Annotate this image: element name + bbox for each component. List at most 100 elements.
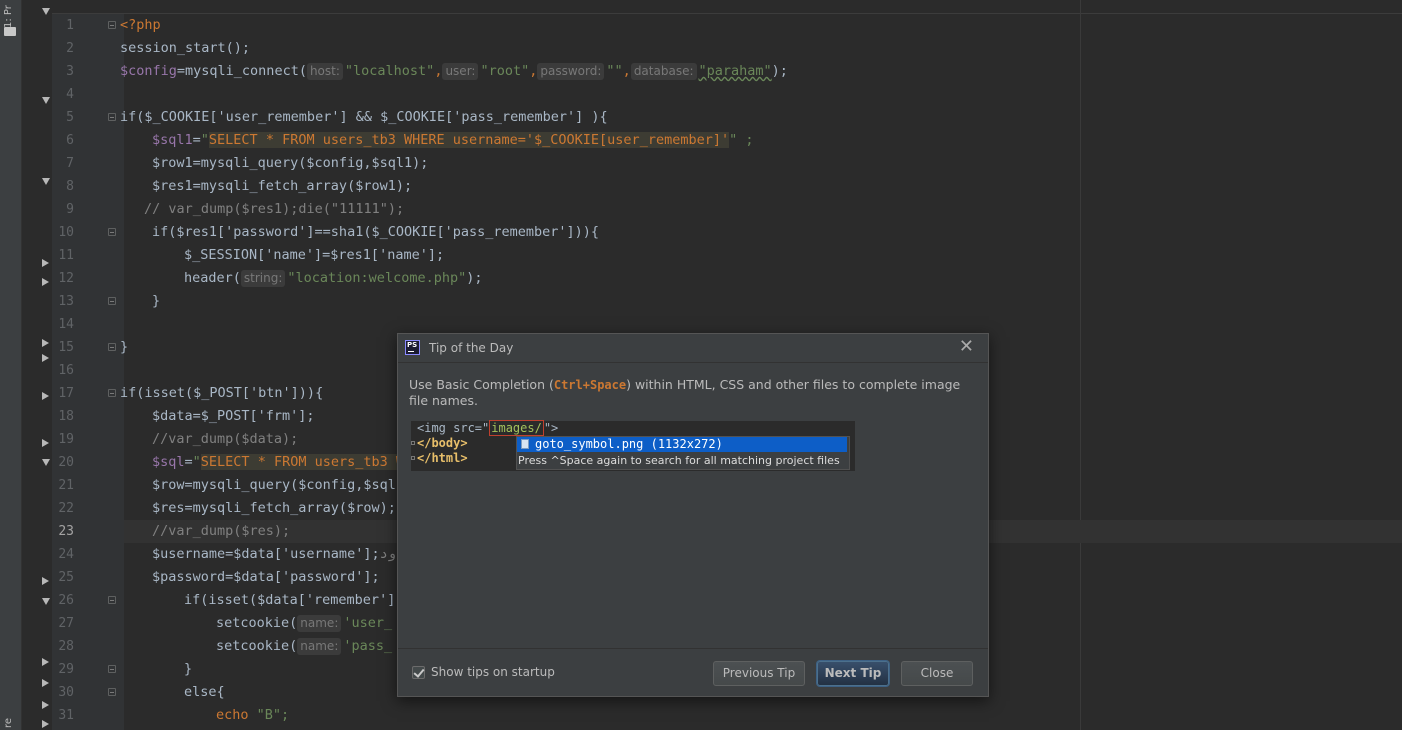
collapse-arrow-icon[interactable]: [42, 598, 50, 605]
code-line: $sql1="SELECT * FROM users_tb3 WHERE use…: [152, 132, 754, 148]
line-number: 5: [66, 110, 74, 125]
code-text: if($_COOKIE['user_remember'] && $_COOKIE…: [120, 109, 608, 125]
code-text: }: [152, 293, 161, 309]
code-comment: // var_dump($res1);die("11111");: [144, 201, 405, 217]
code-text: if(isset($_POST['btn'])){: [120, 385, 324, 401]
completion-advertisement: Press ^Space again to search for all mat…: [518, 454, 840, 467]
sql-string: SELECT * FROM users_tb3 WHERE username='…: [208, 132, 730, 148]
code-line: <?php: [120, 14, 161, 37]
demo-code: ">: [543, 421, 559, 435]
code-line: $res=mysqli_fetch_array($row);: [152, 497, 396, 520]
line-number: 13: [58, 294, 74, 309]
line-number: 28: [58, 639, 74, 654]
parameter-hint: host:: [306, 63, 343, 80]
parameter-hint: name:: [297, 615, 342, 632]
code-line: //var_dump($res);: [152, 520, 290, 543]
code-text: setcookie(: [216, 638, 298, 654]
code-text: session_start();: [120, 40, 251, 56]
fold-marker-icon[interactable]: [108, 389, 116, 397]
fold-marker-icon[interactable]: [108, 596, 116, 604]
code-comment: ود: [379, 546, 396, 562]
expand-arrow-icon[interactable]: [42, 339, 49, 347]
code-line: //var_dump($data);: [152, 428, 298, 451]
line-number: 3: [66, 64, 74, 79]
expand-arrow-icon[interactable]: [42, 679, 49, 687]
completion-item-label: goto_symbol.png (1132x272): [535, 437, 723, 451]
code-text: );: [771, 63, 788, 79]
line-number: 1: [66, 18, 74, 33]
tip-of-the-day-dialog: PS Tip of the Day ✕ Use Basic Completion…: [397, 333, 989, 697]
parameter-hint: string:: [240, 270, 286, 287]
code-text: setcookie(: [216, 615, 298, 631]
code-line: $row1=mysqli_query($config,$sql1);: [152, 152, 428, 175]
code-line: session_start();: [120, 37, 250, 60]
code-line: if($_COOKIE['user_remember'] && $_COOKIE…: [120, 106, 608, 129]
close-icon[interactable]: ✕: [959, 337, 974, 357]
code-line: setcookie(name:'user_: [216, 612, 392, 635]
dialog-title: Tip of the Day: [429, 341, 514, 355]
expand-arrow-icon[interactable]: [42, 259, 49, 267]
code-text: }: [184, 661, 193, 677]
fold-marker-icon[interactable]: [108, 688, 116, 696]
code-line: $username=$data['username'];ود: [152, 543, 396, 566]
expand-arrow-icon[interactable]: [42, 701, 49, 709]
demo-fold-icon: [411, 441, 415, 445]
close-button[interactable]: Close: [901, 661, 973, 686]
collapse-arrow-icon[interactable]: [42, 8, 50, 15]
next-tip-button[interactable]: Next Tip: [817, 661, 889, 686]
line-number: 8: [66, 179, 74, 194]
code-string: 'pass_: [343, 638, 393, 654]
line-number: 6: [66, 133, 74, 148]
project-tool-tab[interactable]: 1: Pr: [3, 2, 14, 28]
line-number: 14: [58, 317, 74, 332]
fold-marker-icon[interactable]: [108, 343, 116, 351]
code-line: // var_dump($res1);die("11111");: [144, 198, 404, 221]
line-number: 31: [58, 708, 74, 723]
dialog-title-bar[interactable]: PS Tip of the Day ✕: [398, 334, 988, 363]
fold-marker-icon[interactable]: [108, 113, 116, 121]
collapse-arrow-icon[interactable]: [42, 97, 50, 104]
collapse-arrow-icon[interactable]: [42, 178, 50, 185]
line-number-current: 23: [58, 524, 74, 539]
line-number: 30: [58, 685, 74, 700]
phpstorm-logo-icon: PS: [405, 340, 420, 355]
code-line: }: [120, 336, 128, 359]
fold-marker-icon[interactable]: [108, 21, 116, 29]
collapse-arrow-icon[interactable]: [42, 459, 50, 466]
code-line: else{: [184, 681, 225, 704]
code-line: }: [184, 658, 192, 681]
code-text: $res1=mysqli_fetch_array($row1);: [152, 178, 413, 194]
image-file-icon: [521, 439, 529, 449]
show-tips-label[interactable]: Show tips on startup: [431, 665, 555, 679]
line-number: 7: [66, 156, 74, 171]
previous-tip-button[interactable]: Previous Tip: [713, 661, 805, 686]
tool-window-strip: 1: Pr re: [0, 0, 22, 730]
code-string: "root": [480, 63, 530, 79]
code-string: "paraham": [698, 63, 772, 79]
line-number: 25: [58, 570, 74, 585]
fold-marker-icon[interactable]: [108, 297, 116, 305]
code-line: header(string: "location:welcome.php");: [184, 267, 482, 290]
line-number: 10: [58, 225, 74, 240]
fold-marker-icon[interactable]: [108, 665, 116, 673]
expand-arrow-icon[interactable]: [42, 439, 49, 447]
bottom-tool-tab[interactable]: re: [3, 718, 14, 728]
expand-arrow-icon[interactable]: [42, 577, 49, 585]
expand-arrow-icon[interactable]: [42, 278, 49, 286]
code-string: " ;: [729, 132, 754, 148]
fold-marker-icon[interactable]: [108, 228, 116, 236]
expand-arrow-icon[interactable]: [42, 354, 49, 362]
code-var: $sql1: [152, 132, 193, 148]
show-tips-checkbox[interactable]: [412, 666, 425, 679]
parameter-hint: name:: [297, 638, 342, 655]
parameter-hint: user:: [442, 63, 479, 80]
expand-arrow-icon[interactable]: [42, 658, 49, 666]
code-string: "": [606, 63, 623, 79]
code-string: "location:welcome.php": [287, 270, 467, 286]
line-number: 24: [58, 547, 74, 562]
expand-arrow-icon[interactable]: [42, 720, 49, 728]
demo-line: </body>: [417, 436, 468, 450]
expand-arrow-icon[interactable]: [42, 392, 49, 400]
folder-icon[interactable]: [4, 27, 16, 36]
code-text: $row1=mysqli_query($config,$sql1);: [152, 155, 429, 171]
